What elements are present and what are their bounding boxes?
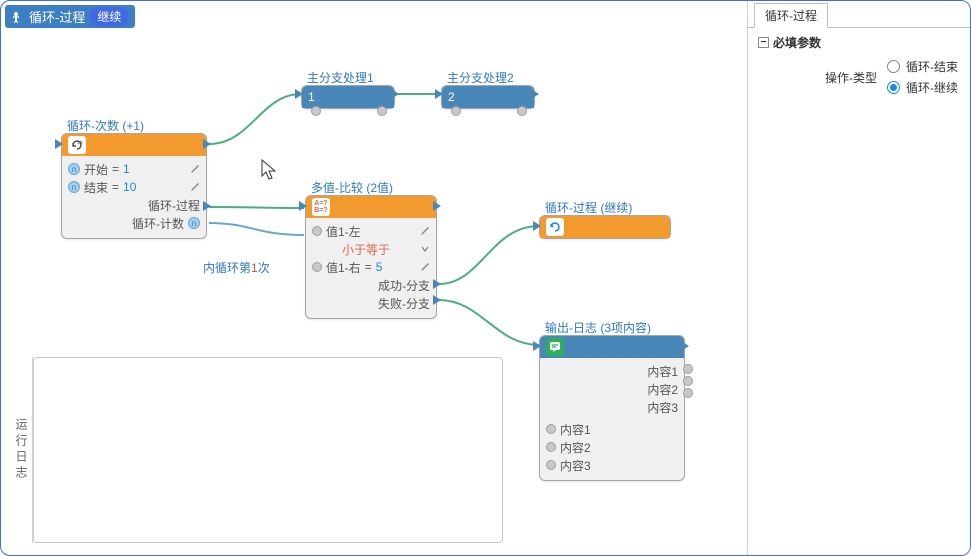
- param-row: 操作-类型 循环-结束 循环-继续: [748, 55, 970, 99]
- inner-loop-suffix: 次: [258, 261, 270, 275]
- radio-option-continue[interactable]: 循环-继续: [887, 79, 958, 96]
- loop-in-port[interactable]: [55, 139, 63, 149]
- continue-in-port[interactable]: [533, 221, 541, 231]
- main1-out-port[interactable]: [391, 89, 399, 99]
- log-l1-port[interactable]: [546, 424, 556, 434]
- v2-port[interactable]: [312, 262, 322, 272]
- end-port[interactable]: n: [68, 181, 80, 193]
- main1-in-port[interactable]: [295, 89, 303, 99]
- log-out-port[interactable]: [681, 341, 689, 351]
- op-label[interactable]: 小于等于: [342, 241, 390, 258]
- sidebar: 循环-过程 − 必填参数 操作-类型 循环-结束 循环-继续: [747, 1, 970, 556]
- compare-icon: A=?B=?: [312, 198, 330, 216]
- count-label: 循环-计数: [132, 215, 184, 232]
- canvas[interactable]: 主分支处理1 1 主分支处理2 2 循环-次数 (+1) ±n: [1, 1, 741, 556]
- cursor-icon: [261, 159, 279, 184]
- log-l2: 内容2: [560, 439, 591, 456]
- continue-icon: [546, 218, 564, 236]
- log-pin-r3[interactable]: [683, 388, 693, 398]
- node-title-compare: 多值-比较 (2值): [311, 179, 393, 196]
- loop-proc-out-port[interactable]: [203, 201, 211, 211]
- log-pin-r2[interactable]: [683, 376, 693, 386]
- v2-label: 值1-右: [326, 259, 361, 276]
- inner-loop-prefix: 内循环第: [203, 261, 251, 275]
- compare-in-port[interactable]: [299, 201, 307, 211]
- log-right-pins: [683, 364, 693, 398]
- param-label: 操作-类型: [825, 69, 877, 86]
- pencil-icon[interactable]: [420, 262, 430, 272]
- compare-header-out-port[interactable]: [433, 201, 441, 211]
- chevron-down-icon[interactable]: [420, 244, 430, 254]
- log-panel-label: 运行日志: [13, 357, 33, 543]
- radio-label-1: 循环-继续: [906, 79, 958, 96]
- log-l3-port[interactable]: [546, 460, 556, 470]
- succ-label: 成功-分支: [378, 277, 430, 294]
- v2-val[interactable]: 5: [376, 260, 383, 274]
- pencil-icon[interactable]: [190, 164, 200, 174]
- loop-icon: ±n: [68, 136, 86, 154]
- log-l1: 内容1: [560, 421, 591, 438]
- log-pin-r1[interactable]: [683, 364, 693, 374]
- workspace: 循环-过程 继续 主分支处理1 1: [0, 0, 971, 556]
- sidebar-tab[interactable]: 循环-过程: [754, 3, 828, 28]
- fail-label: 失败-分支: [378, 295, 430, 312]
- node-title-continue: 循环-过程 (继续): [545, 199, 632, 216]
- log-l2-port[interactable]: [546, 442, 556, 452]
- svg-text:±n: ±n: [77, 140, 83, 146]
- loop-header-out-port[interactable]: [203, 139, 211, 149]
- main1-knob-l[interactable]: [311, 106, 321, 116]
- radio-label-0: 循环-结束: [906, 58, 958, 75]
- log-in-port[interactable]: [533, 341, 541, 351]
- start-port[interactable]: n: [68, 163, 80, 175]
- sidebar-section[interactable]: − 必填参数: [748, 28, 970, 55]
- log-r2: 内容2: [647, 381, 678, 398]
- node-loop-count[interactable]: ±n n开始=1 n结束=10 循环-过程 循环-计数n: [61, 133, 207, 239]
- main2-knob-l[interactable]: [451, 106, 461, 116]
- main2-in-port[interactable]: [435, 89, 443, 99]
- log-icon: [546, 338, 564, 356]
- main1-knob-r[interactable]: [377, 106, 387, 116]
- node-log[interactable]: 内容1 内容2 内容3 内容1 内容2 内容3: [539, 335, 685, 481]
- proc-label: 循环-过程: [148, 197, 200, 214]
- v1-port[interactable]: [312, 226, 322, 236]
- end-val[interactable]: 10: [123, 180, 136, 194]
- inner-loop-label: 内循环第1次: [203, 259, 270, 276]
- pencil-icon[interactable]: [190, 182, 200, 192]
- end-label: 结束: [84, 179, 108, 196]
- start-val[interactable]: 1: [123, 162, 130, 176]
- collapse-icon[interactable]: −: [758, 37, 769, 48]
- compare-fail-port[interactable]: [433, 295, 441, 305]
- main2-knob-r[interactable]: [517, 106, 527, 116]
- log-r3: 内容3: [647, 399, 678, 416]
- log-panel-body[interactable]: [33, 357, 503, 543]
- radio-icon: [887, 81, 900, 94]
- log-panel: 运行日志: [13, 357, 503, 543]
- count-port[interactable]: n: [188, 217, 200, 229]
- node-title-main1: 主分支处理1: [307, 69, 374, 86]
- log-r1: 内容1: [647, 363, 678, 380]
- node-compare[interactable]: A=?B=? 值1-左 小于等于 值1-右=5 成功-分支 失败-分支: [305, 195, 437, 319]
- node-title-log: 输出-日志 (3项内容): [545, 319, 651, 336]
- radio-icon: [887, 60, 900, 73]
- compare-succ-port[interactable]: [433, 279, 441, 289]
- inner-loop-times: 1: [251, 261, 258, 275]
- main2-out-port[interactable]: [531, 89, 539, 99]
- radio-option-end[interactable]: 循环-结束: [887, 58, 958, 75]
- node-title-main2: 主分支处理2: [447, 69, 514, 86]
- log-l3: 内容3: [560, 457, 591, 474]
- section-label: 必填参数: [773, 34, 821, 51]
- v1-label: 值1-左: [326, 223, 361, 240]
- main1-value: 1: [308, 90, 315, 104]
- pencil-icon[interactable]: [420, 226, 430, 236]
- node-continue[interactable]: [539, 215, 671, 239]
- start-label: 开始: [84, 161, 108, 178]
- node-title-loop: 循环-次数 (+1): [67, 117, 144, 134]
- main2-value: 2: [448, 90, 455, 104]
